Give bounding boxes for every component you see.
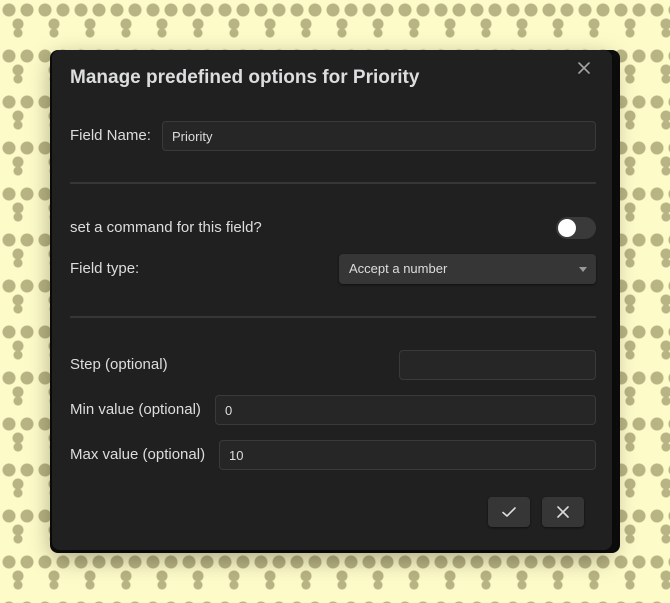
field-type-select[interactable]: Accept a number <box>339 254 596 284</box>
max-value-input[interactable] <box>219 440 596 470</box>
command-label: set a command for this field? <box>70 219 262 236</box>
min-value-label: Min value (optional) <box>70 401 201 418</box>
field-name-label: Field Name: <box>70 127 151 144</box>
step-label: Step (optional) <box>70 356 168 373</box>
min-value-input[interactable] <box>215 395 596 425</box>
field-type-value: Accept a number <box>349 261 448 276</box>
max-value-label: Max value (optional) <box>70 446 206 463</box>
check-icon <box>502 507 516 517</box>
manage-options-modal: Manage predefined options for Priority F… <box>52 50 612 550</box>
divider <box>70 316 596 318</box>
x-icon <box>557 506 569 518</box>
divider <box>70 182 596 184</box>
modal-title: Manage predefined options for Priority <box>70 67 420 88</box>
toggle-knob <box>558 219 576 237</box>
close-icon[interactable] <box>574 58 594 78</box>
chevron-down-icon <box>579 267 587 272</box>
step-input[interactable] <box>399 350 596 380</box>
field-name-input[interactable] <box>162 121 596 151</box>
command-toggle[interactable] <box>556 217 596 239</box>
cancel-button[interactable] <box>542 497 584 527</box>
field-type-label: Field type: <box>70 260 140 277</box>
confirm-button[interactable] <box>488 497 530 527</box>
